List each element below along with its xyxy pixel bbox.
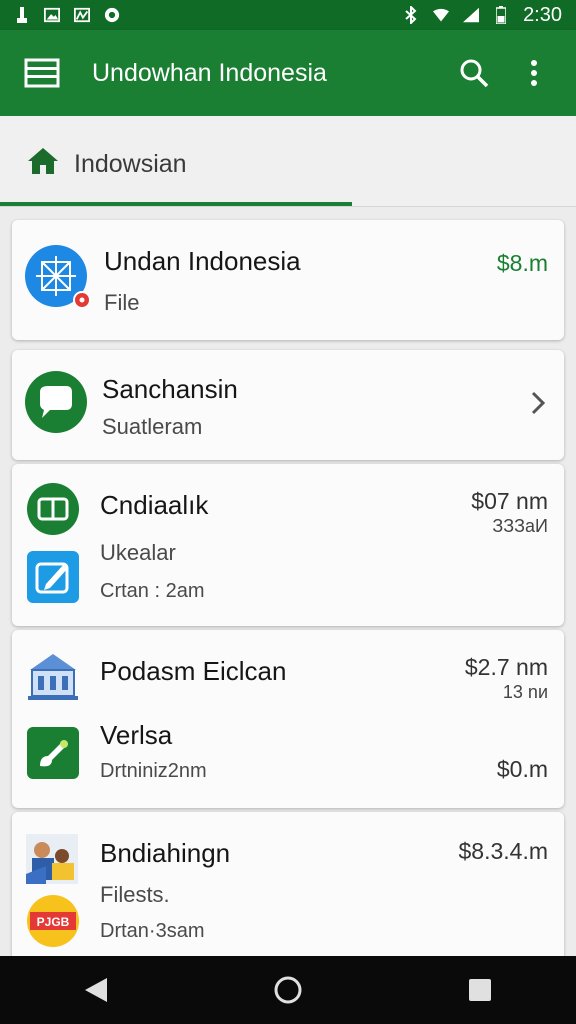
app-bar: Undowhan Indonesia: [0, 30, 576, 116]
item-subtitle: Ukealar: [100, 540, 176, 565]
list-item[interactable]: Podasm Eiclcan Verlsa Drtniniz2nm $2.7 n…: [12, 630, 564, 808]
menu-icon[interactable]: [22, 53, 62, 93]
item-amount: $07 nm: [471, 488, 548, 514]
wifi-icon: [433, 7, 450, 23]
item-amount: $8.m: [496, 250, 548, 276]
item-subtitle: File: [104, 290, 140, 315]
list-item[interactable]: Sanchansin Suatleram: [12, 350, 564, 460]
usb-icon: [14, 7, 30, 23]
tab-home[interactable]: Indowsian: [26, 146, 187, 183]
item-title: Cndiaalık: [100, 490, 209, 520]
bank-building-icon: [26, 650, 80, 707]
item-subtitle: Verlsa: [100, 720, 173, 750]
signal-icon: [463, 7, 480, 23]
status-left-icons: [14, 7, 120, 23]
status-bar: 2:30: [0, 0, 576, 30]
status-right-icons: 2:30: [403, 4, 562, 27]
chat-bubble-icon: [24, 370, 88, 439]
item-detail: Drtan·3sam: [100, 920, 205, 942]
home-circle-icon[interactable]: [258, 960, 318, 1020]
item-title: Undan Indonesia: [104, 246, 301, 276]
item-title: Bndiahingn: [100, 838, 231, 868]
people-photo-icon: [26, 834, 78, 889]
tab-bar: Indowsian: [0, 116, 576, 207]
tab-label: Indowsian: [74, 150, 187, 178]
item-subtitle: Filests.: [100, 882, 170, 907]
list-item[interactable]: Cndiaalık Ukealar Crtan : 2am $07 nm ЗЗЗ…: [12, 464, 564, 626]
item-detail: Crtan : 2am: [100, 580, 205, 602]
shield-icon: [104, 7, 120, 23]
item-amount-sub: 13 nи: [502, 682, 548, 702]
item-amount-sub: ЗЗЗаИ: [492, 516, 548, 536]
battery-icon: [493, 6, 509, 24]
recents-icon[interactable]: [450, 960, 510, 1020]
image-icon: [44, 7, 60, 23]
item-amount: $2.7 nm: [464, 654, 548, 680]
photo-icon: [74, 7, 90, 23]
status-time: 2:30: [523, 3, 562, 26]
back-icon[interactable]: [66, 960, 126, 1020]
more-vert-icon[interactable]: [514, 53, 554, 93]
bluetooth-icon: [403, 6, 419, 24]
item-subtitle: Suatleram: [102, 414, 203, 439]
home-icon: [26, 146, 60, 183]
item-detail: Drtniniz2nm: [100, 760, 207, 782]
svg-text:PJGB: PJGB: [37, 915, 70, 929]
system-nav-bar: [0, 956, 576, 1024]
chevron-right-icon[interactable]: [530, 390, 546, 421]
briefcase-icon: [26, 482, 80, 541]
list-item[interactable]: PJGB Bndiahingn Filests. Drtan·3sam $8.3…: [12, 812, 564, 956]
edit-app-icon: [26, 550, 80, 609]
brush-app-icon: [26, 726, 80, 785]
transaction-list: Undan Indonesia File $8.m Sanchansin Sua…: [0, 206, 576, 956]
network-app-icon: [24, 244, 92, 317]
app-title: Undowhan Indonesia: [92, 58, 327, 87]
item-amount-secondary: $0.m: [496, 756, 548, 782]
badge-logo-icon: PJGB: [26, 894, 80, 953]
list-item[interactable]: Undan Indonesia File $8.m: [12, 220, 564, 340]
search-icon[interactable]: [454, 53, 494, 93]
item-amount: $8.3.4.m: [458, 838, 549, 864]
item-title: Podasm Eiclcan: [100, 656, 287, 686]
item-title: Sanchansin: [102, 374, 238, 404]
